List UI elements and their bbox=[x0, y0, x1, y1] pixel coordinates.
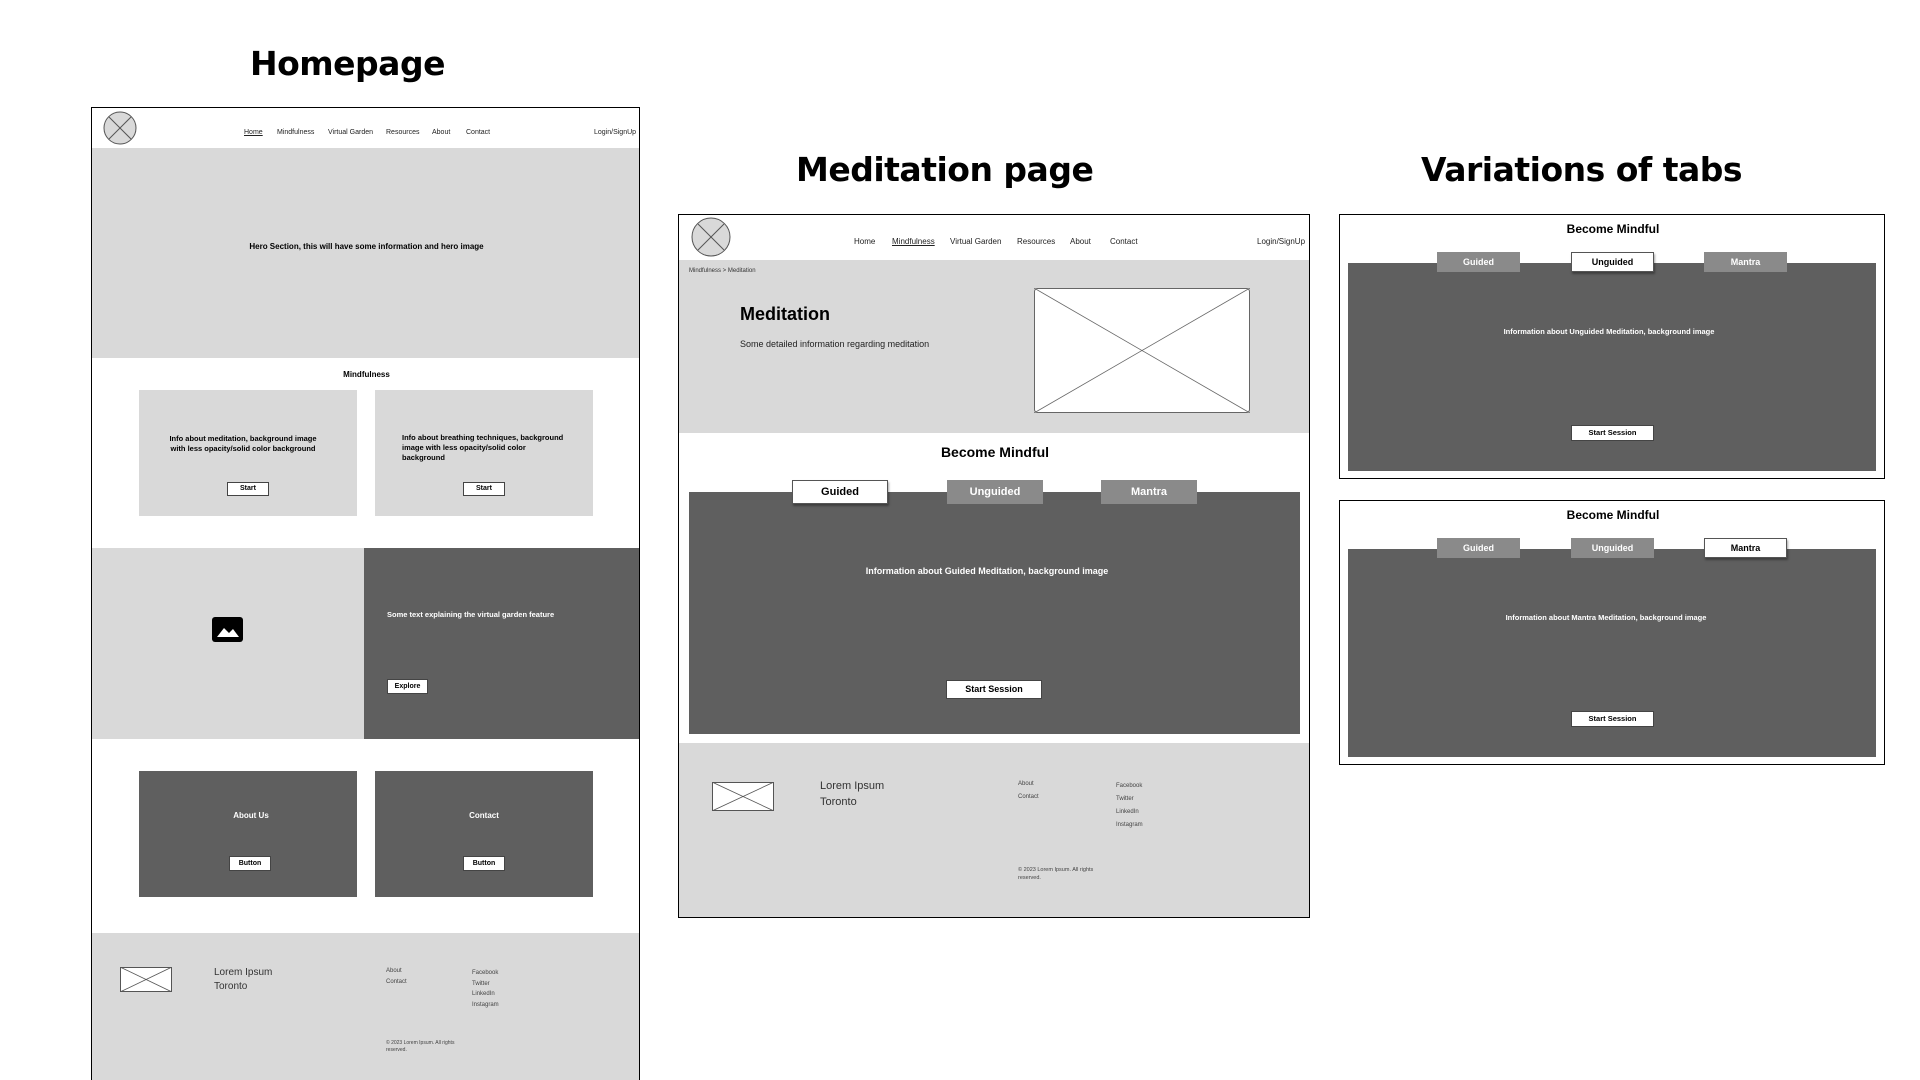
hero-description: Some detailed information regarding medi… bbox=[740, 339, 930, 349]
tab-mantra[interactable]: Mantra bbox=[1101, 480, 1197, 504]
tab-unguided[interactable]: Unguided bbox=[1571, 538, 1654, 558]
footer-name: Lorem Ipsum bbox=[214, 967, 273, 978]
nav-about[interactable]: About bbox=[1070, 237, 1091, 246]
footer-instagram[interactable]: Instagram bbox=[472, 1002, 499, 1008]
variation-tab-panel: Information about Unguided Meditation, b… bbox=[1348, 263, 1876, 471]
image-icon bbox=[212, 617, 243, 642]
meditation-footer: Lorem Ipsum Toronto About Contact Facebo… bbox=[679, 743, 1309, 917]
homepage-wireframe: Home Mindfulness Virtual Garden Resource… bbox=[91, 107, 640, 1080]
page-title: Meditation bbox=[740, 304, 830, 324]
meditation-page-wireframe: Home Mindfulness Virtual Garden Resource… bbox=[678, 214, 1310, 918]
about-us-title: About Us bbox=[233, 811, 269, 820]
footer-twitter[interactable]: Twitter bbox=[472, 981, 490, 987]
tab-guided[interactable]: Guided bbox=[1437, 538, 1520, 558]
hero-section: Hero Section, this will have some inform… bbox=[92, 148, 639, 358]
tab-mantra[interactable]: Mantra bbox=[1704, 538, 1787, 558]
meditation-card: Info about meditation, background image … bbox=[139, 390, 357, 516]
tab-guided[interactable]: Guided bbox=[1437, 252, 1520, 272]
nav-contact[interactable]: Contact bbox=[466, 129, 490, 136]
footer-twitter[interactable]: Twitter bbox=[1116, 796, 1134, 802]
homepage-footer: Lorem Ipsum Toronto About Contact Facebo… bbox=[92, 933, 639, 1080]
tab-variation-unguided: Become Mindful Information about Unguide… bbox=[1339, 214, 1885, 479]
footer-instagram[interactable]: Instagram bbox=[1116, 822, 1143, 828]
garden-image-area bbox=[92, 548, 364, 739]
nav-mindfulness[interactable]: Mindfulness bbox=[892, 237, 935, 246]
contact-title: Contact bbox=[469, 811, 499, 820]
breathing-card-text: Info about breathing techniques, backgro… bbox=[402, 433, 564, 462]
become-mindful-title: Become Mindful bbox=[940, 444, 1050, 460]
login-signup-link[interactable]: Login/SignUp bbox=[594, 129, 636, 136]
hero-image-placeholder bbox=[1034, 288, 1250, 413]
contact-button[interactable]: Button bbox=[463, 856, 505, 871]
variation-tab-panel: Information about Mantra Meditation, bac… bbox=[1348, 549, 1876, 757]
nav-home[interactable]: Home bbox=[244, 129, 263, 136]
meditation-start-button[interactable]: Start bbox=[227, 482, 269, 496]
meditation-page-heading: Meditation page bbox=[796, 150, 1094, 189]
logo-placeholder[interactable] bbox=[103, 111, 137, 145]
tab-guided[interactable]: Guided bbox=[792, 480, 888, 504]
footer-link-about[interactable]: About bbox=[1018, 781, 1034, 787]
nav-virtual-garden[interactable]: Virtual Garden bbox=[950, 237, 1001, 246]
variation-title: Become Mindful bbox=[1566, 222, 1660, 236]
tab-panel: Information about Guided Meditation, bac… bbox=[689, 492, 1300, 734]
hero-text: Hero Section, this will have some inform… bbox=[249, 242, 484, 251]
footer-name: Lorem Ipsum bbox=[820, 780, 885, 792]
garden-info-panel: Some text explaining the virtual garden … bbox=[364, 548, 639, 739]
footer-facebook[interactable]: Facebook bbox=[1116, 783, 1142, 789]
footer-logo-placeholder bbox=[712, 782, 774, 811]
tab-mantra[interactable]: Mantra bbox=[1704, 252, 1787, 272]
footer-logo-placeholder bbox=[120, 967, 172, 992]
garden-text: Some text explaining the virtual garden … bbox=[387, 610, 555, 619]
nav-home[interactable]: Home bbox=[854, 237, 875, 246]
nav-virtual-garden[interactable]: Virtual Garden bbox=[328, 129, 373, 136]
variation-start-session-button[interactable]: Start Session bbox=[1571, 711, 1654, 727]
start-session-button[interactable]: Start Session bbox=[946, 680, 1042, 699]
tab-unguided[interactable]: Unguided bbox=[1571, 252, 1654, 272]
nav-resources[interactable]: Resources bbox=[1017, 237, 1055, 246]
tab-unguided[interactable]: Unguided bbox=[947, 480, 1043, 504]
breathing-start-button[interactable]: Start bbox=[463, 482, 505, 496]
variation-panel-text: Information about Unguided Meditation, b… bbox=[1503, 327, 1715, 336]
mindfulness-title: Mindfulness bbox=[343, 370, 390, 379]
variation-start-session-button[interactable]: Start Session bbox=[1571, 425, 1654, 441]
variation-title: Become Mindful bbox=[1566, 508, 1660, 522]
footer-city: Toronto bbox=[214, 981, 248, 992]
footer-facebook[interactable]: Facebook bbox=[472, 970, 498, 976]
footer-linkedin[interactable]: LinkedIn bbox=[1116, 809, 1139, 815]
logo-placeholder[interactable] bbox=[691, 217, 731, 257]
footer-copyright: © 2023 Lorem Ipsum. All rights reserved. bbox=[386, 1040, 455, 1053]
footer-linkedin[interactable]: LinkedIn bbox=[472, 991, 495, 997]
footer-link-contact[interactable]: Contact bbox=[386, 979, 407, 985]
breadcrumb[interactable]: Mindfulness > Meditation bbox=[689, 268, 756, 274]
meditation-hero: Mindfulness > Meditation Meditation Some… bbox=[679, 260, 1309, 433]
tab-variation-mantra: Become Mindful Information about Mantra … bbox=[1339, 500, 1885, 765]
about-us-card: About Us Button bbox=[139, 771, 357, 897]
tab-panel-text: Information about Guided Meditation, bac… bbox=[865, 566, 1109, 576]
variation-panel-text: Information about Mantra Meditation, bac… bbox=[1505, 613, 1707, 622]
footer-link-contact[interactable]: Contact bbox=[1018, 794, 1039, 800]
nav-about[interactable]: About bbox=[432, 129, 450, 136]
nav-mindfulness[interactable]: Mindfulness bbox=[277, 129, 314, 136]
about-us-button[interactable]: Button bbox=[229, 856, 271, 871]
tab-variations-heading: Variations of tabs bbox=[1421, 150, 1743, 189]
explore-button[interactable]: Explore bbox=[387, 679, 428, 694]
footer-city: Toronto bbox=[820, 796, 857, 808]
footer-copyright: © 2023 Lorem Ipsum. All rights reserved. bbox=[1018, 867, 1094, 881]
breathing-card: Info about breathing techniques, backgro… bbox=[375, 390, 593, 516]
nav-resources[interactable]: Resources bbox=[386, 129, 419, 136]
homepage-heading: Homepage bbox=[250, 44, 445, 83]
footer-link-about[interactable]: About bbox=[386, 968, 402, 974]
login-signup-link[interactable]: Login/SignUp bbox=[1257, 237, 1305, 246]
meditation-card-text: Info about meditation, background image … bbox=[169, 434, 317, 453]
nav-contact[interactable]: Contact bbox=[1110, 237, 1138, 246]
contact-card: Contact Button bbox=[375, 771, 593, 897]
